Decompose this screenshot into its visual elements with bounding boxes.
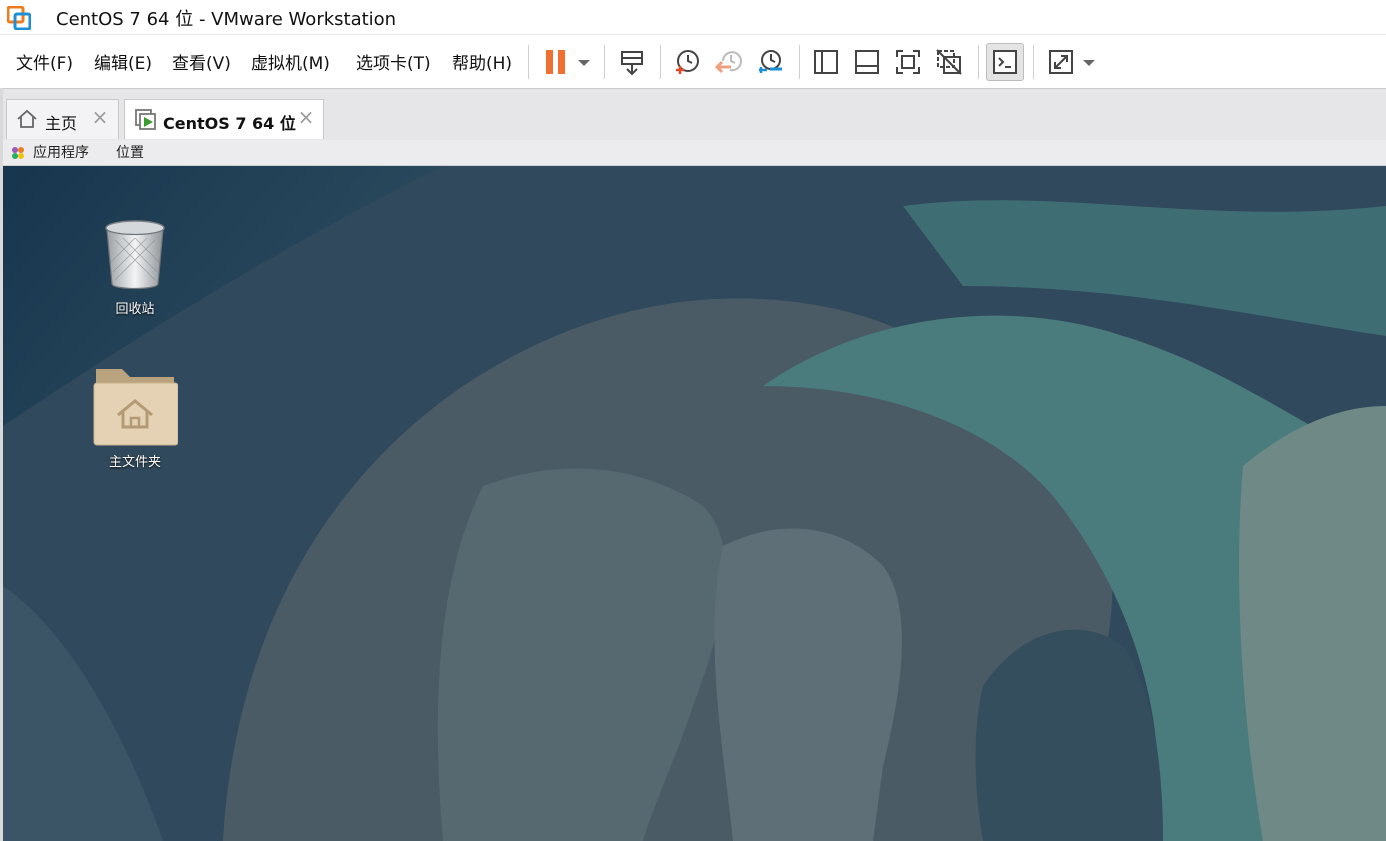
title-bar: CentOS 7 64 位 - VMware Workstation (0, 0, 1386, 34)
tab-strip: 主页 × CentOS 7 64 位 × (0, 88, 1386, 141)
menu-file[interactable]: 文件(F) (16, 49, 73, 74)
send-ctrl-alt-del-icon (621, 51, 643, 76)
vmware-logo-icon (7, 6, 31, 30)
desktop-icon-trash[interactable]: 回收站 (80, 218, 190, 317)
menu-view[interactable]: 查看(V) (172, 49, 231, 74)
pause-icon (546, 50, 565, 74)
stretch-icon (1049, 50, 1073, 74)
stretch-dropdown-chevron-icon[interactable] (1083, 60, 1095, 66)
vm-running-icon (135, 109, 156, 130)
menu-vm[interactable]: 虚拟机(M) (251, 49, 330, 74)
places-menu[interactable]: 位置 (116, 142, 144, 162)
toolbar-separator (528, 45, 529, 79)
trash-icon (105, 220, 165, 290)
tab-home-label: 主页 (45, 114, 78, 133)
library-view-button[interactable] (807, 43, 845, 81)
stretch-button[interactable] (1042, 43, 1080, 81)
pause-dropdown-chevron-icon[interactable] (578, 60, 590, 66)
home-icon (17, 109, 37, 128)
desktop-icon-trash-label: 回收站 (115, 302, 155, 317)
guest-top-bar: 应用程序 位置 (0, 140, 1386, 166)
toolbar: 文件(F) 编辑(E) 查看(V) 虚拟机(M) 选项卡(T) 帮助(H) (0, 34, 1386, 89)
tab-centos[interactable]: CentOS 7 64 位 × (124, 99, 324, 139)
unity-button[interactable] (930, 43, 968, 81)
window-title: CentOS 7 64 位 - VMware Workstation (56, 9, 397, 30)
snapshot-manager-button[interactable] (751, 43, 789, 81)
tab-centos-label: CentOS 7 64 位 (163, 114, 296, 133)
tab-centos-close-icon[interactable]: × (296, 107, 316, 128)
snapshot-take-icon (676, 50, 699, 74)
library-view-icon (814, 50, 838, 74)
toolbar-separator (604, 45, 605, 79)
desktop-icon-home-folder[interactable]: 主文件夹 (80, 363, 190, 470)
desktop-wallpaper (3, 166, 1386, 841)
applications-menu[interactable]: 应用程序 (33, 142, 89, 162)
snapshot-manager-icon (759, 50, 782, 73)
desktop-icon-home-folder-label: 主文件夹 (108, 455, 161, 470)
pause-button[interactable] (537, 43, 575, 81)
thumbnail-bar-button[interactable] (848, 43, 886, 81)
snapshot-take-button[interactable] (668, 43, 706, 81)
tab-home[interactable]: 主页 × (6, 99, 119, 139)
tab-home-close-icon[interactable]: × (90, 107, 110, 128)
guest-desktop[interactable]: 回收站 主文件夹 (3, 166, 1386, 841)
full-screen-button[interactable] (889, 43, 927, 81)
toolbar-separator (799, 45, 800, 79)
menu-tabs[interactable]: 选项卡(T) (356, 49, 431, 74)
snapshot-revert-icon (715, 51, 742, 74)
toolbar-separator (660, 45, 661, 79)
thumbnail-bar-icon (855, 50, 879, 74)
snapshot-revert-button[interactable] (710, 43, 748, 81)
console-view-icon (993, 50, 1017, 74)
applications-menu-icon (12, 147, 24, 159)
toolbar-separator (1033, 45, 1034, 79)
full-screen-icon (896, 50, 920, 74)
home-folder-icon (93, 369, 179, 446)
menu-help[interactable]: 帮助(H) (452, 49, 512, 74)
send-ctrl-alt-del-button[interactable] (613, 43, 651, 81)
unity-icon (936, 49, 962, 75)
menu-edit[interactable]: 编辑(E) (94, 49, 152, 74)
toolbar-separator (978, 45, 979, 79)
console-view-button[interactable] (986, 43, 1024, 81)
